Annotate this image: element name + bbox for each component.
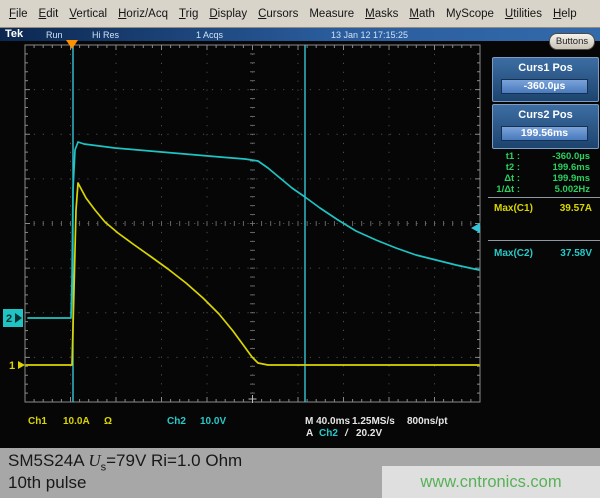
max-c2-label: Max(C2)	[494, 248, 533, 259]
ch1-marker-label: 1	[9, 360, 15, 372]
menu-item-trig[interactable]: Trig	[179, 8, 198, 20]
scope-screen: Tek Run Hi Res 1 Acqs 13 Jan 12 17:15:25…	[0, 28, 600, 448]
cursor2-position-control[interactable]: Curs2 Pos 199.56ms	[492, 104, 599, 149]
ch1-scale-readout[interactable]: 10.0A	[63, 416, 90, 427]
caption-line1: SM5S24A Us=79V Ri=1.0 Ohm	[8, 451, 242, 473]
t2-label: t2 :	[490, 162, 520, 173]
inv-delta-t-value: 5.002Hz	[520, 184, 590, 195]
oscilloscope-application-window: File Edit Vertical Horiz/Acq Trig Displa…	[0, 0, 600, 498]
cursor1-position-control[interactable]: Curs1 Pos -360.0µs	[492, 57, 599, 102]
timebase-readout: M 40.0ms	[305, 416, 350, 427]
ch2-scale-readout[interactable]: 10.0V	[200, 416, 226, 427]
ch1-readout-label[interactable]: Ch1	[28, 416, 47, 427]
datetime: 13 Jan 12 17:15:25	[331, 30, 408, 40]
menu-item-math[interactable]: Math	[409, 8, 435, 20]
waveform-display: 21	[0, 40, 490, 410]
ch2-readout-label[interactable]: Ch2	[167, 416, 186, 427]
max-c1-value: 39.57A	[560, 203, 592, 214]
ch1-marker-arrow-icon[interactable]	[18, 361, 25, 369]
ch1-coupling-readout: Ω	[104, 416, 112, 427]
menu-item-utilities[interactable]: Utilities	[505, 8, 542, 20]
caption-conditions: =79V Ri=1.0 Ohm	[106, 451, 242, 470]
trigger-source-readout: Ch2	[319, 428, 338, 439]
cursor1-title: Curs1 Pos	[493, 62, 598, 74]
menu-item-vertical[interactable]: Vertical	[69, 8, 107, 20]
cursor2-value[interactable]: 199.56ms	[501, 126, 588, 141]
menu-item-edit[interactable]: Edit	[39, 8, 59, 20]
menu-item-cursors[interactable]: Cursors	[258, 8, 298, 20]
buttons-button[interactable]: Buttons	[549, 33, 595, 50]
menu-item-horiz-acq[interactable]: Horiz/Acq	[118, 8, 168, 20]
trigger-level-icon[interactable]	[471, 223, 480, 233]
resolution-readout: 800ns/pt	[407, 416, 448, 427]
trigger-slope-icon: /	[345, 428, 348, 439]
caption-area: SM5S24A Us=79V Ri=1.0 Ohm 10th pulse www…	[0, 448, 600, 498]
watermark: www.cntronics.com	[382, 466, 600, 498]
menu-item-file[interactable]: File	[9, 8, 28, 20]
trigger-level-readout: 20.2V	[356, 428, 382, 439]
run-state: Run	[46, 30, 63, 40]
t1-label: t1 :	[490, 151, 520, 162]
menu-bar: File Edit Vertical Horiz/Acq Trig Displa…	[0, 0, 600, 28]
t1-value: -360.0µs	[520, 151, 590, 162]
ch1-trace	[26, 183, 479, 365]
cursor-readout: t1 :-360.0µs t2 :199.6ms Δt :199.9ms 1/Δ…	[490, 151, 590, 195]
panel-divider	[488, 240, 600, 241]
menu-item-myscope[interactable]: MyScope	[446, 8, 494, 20]
caption-line2: 10th pulse	[8, 473, 86, 493]
sample-rate-readout: 1.25MS/s	[352, 416, 395, 427]
menu-item-display[interactable]: Display	[209, 8, 247, 20]
menu-item-measure[interactable]: Measure	[309, 8, 354, 20]
cursor2-title: Curs2 Pos	[493, 109, 598, 121]
caption-symbol: U	[88, 451, 100, 470]
measurement-max-c1: Max(C1) 39.57A	[494, 203, 592, 214]
max-c2-value: 37.58V	[560, 248, 592, 259]
ch2-trace	[28, 142, 479, 318]
cursor1-value[interactable]: -360.0µs	[501, 79, 588, 94]
panel-divider	[488, 197, 600, 198]
acq-mode: Hi Res	[92, 30, 119, 40]
t2-value: 199.6ms	[520, 162, 590, 173]
acquisition-count: 1 Acqs	[196, 30, 223, 40]
caption-model: SM5S24A	[8, 451, 88, 470]
max-c1-label: Max(C1)	[494, 203, 533, 214]
ch2-marker-label: 2	[6, 313, 12, 325]
menu-item-masks[interactable]: Masks	[365, 8, 398, 20]
menu-item-help[interactable]: Help	[553, 8, 577, 20]
tek-logo: Tek	[5, 28, 23, 40]
measurement-max-c2: Max(C2) 37.58V	[494, 248, 592, 259]
trigger-mode-readout: A	[306, 428, 313, 439]
delta-t-value: 199.9ms	[520, 173, 590, 184]
delta-t-label: Δt :	[490, 173, 520, 184]
inv-delta-t-label: 1/Δt :	[490, 184, 520, 195]
